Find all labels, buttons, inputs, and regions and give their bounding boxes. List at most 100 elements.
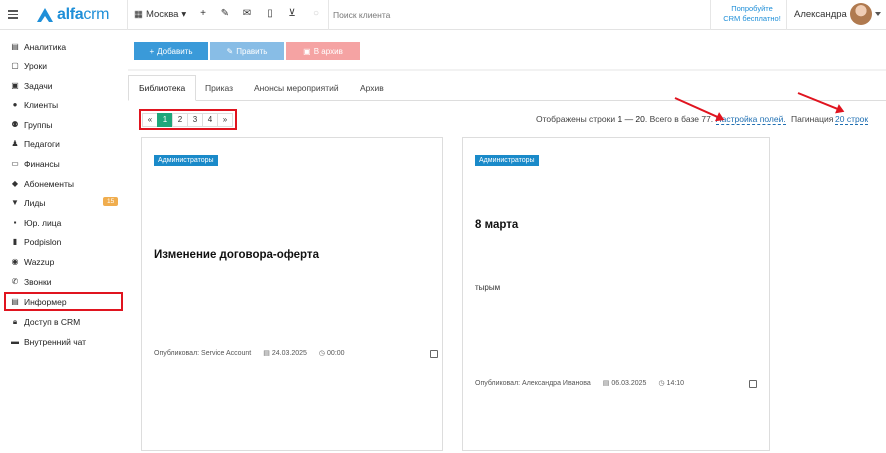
divider [127,0,128,30]
clock-icon: ◷ [318,350,326,357]
sidebar-item-teachers[interactable]: ♟ Педагоги [0,134,127,153]
calendar-icon: ▤ [263,350,270,357]
divider [786,0,787,30]
lock-icon: 🔒︎ [12,316,18,326]
tab-order[interactable]: Приказ [195,75,243,101]
promo-line-2: CRM бесплатно! [723,14,781,23]
edit-button[interactable]: ✎ Править [210,42,284,60]
promo-link[interactable]: Попробуйте CRM бесплатно! [716,4,788,24]
tag-icon: ◆ [11,179,19,188]
sidebar-item-podpislon[interactable]: ▮ Podpislon [0,232,127,251]
chat-icon: ◉ [11,257,19,266]
chevron-down-icon[interactable] [875,12,881,16]
sidebar-item-leads[interactable]: ▼ Лиды 15 [0,193,127,212]
user-name[interactable]: Александра [794,9,847,20]
user-icon: ● [12,100,18,109]
sidebar-item-label: Информер [24,296,67,307]
card-select-checkbox[interactable] [430,350,438,358]
sidebar-item-label: Юр. лица [24,217,62,228]
card-category-badge: Администраторы [475,155,539,166]
card-title: Изменение договора-оферта [154,249,319,261]
sidebar-item-label: Группы [24,119,53,130]
page-button-4[interactable]: 4 [202,112,218,127]
list-icon: ▤ [11,297,19,306]
logo-text-main: alfa [57,6,84,23]
sidebar-item-finance[interactable]: ▭ Финансы [0,154,127,173]
card-date: 24.03.2025 [271,349,307,357]
city-selector[interactable]: ▦ Москва ▾ [134,9,186,20]
page-prev-button[interactable]: « [142,112,158,127]
mail-icon[interactable]: ✉ [241,8,253,19]
news-card[interactable]: Администраторы Изменение договора-оферта… [141,137,443,451]
news-card[interactable]: Администраторы 8 марта тырым Опубликовал… [462,137,770,451]
card-category-badge: Администраторы [154,155,218,166]
logo-icon [36,8,54,22]
sidebar-item-analytics[interactable]: ▤ Аналитика [0,37,127,56]
chart-icon: ▤ [11,42,19,51]
phone-icon: ✆ [11,277,19,286]
sidebar-item-groups[interactable]: ⚉ Группы [0,115,127,134]
search-icon: ○ [312,8,320,19]
search-input[interactable]: Поиск клиента [333,10,390,20]
card-date: 06.03.2025 [611,379,647,387]
pagination-label: Пагинация [791,114,834,124]
sidebar-item-tasks[interactable]: ▣ Задачи [0,76,127,95]
sidebar-item-lessons[interactable]: ▢ Уроки [0,56,127,75]
sidebar-item-calls[interactable]: ✆ Звонки [0,272,127,291]
tab-bar: Библиотека Приказ Анонсы мероприятий Арх… [128,75,886,101]
calendar-icon: ▤ [602,380,610,387]
top-bar: alfacrm ▦ Москва ▾ + ✎ ✉ ▯ ⊻ ○ Поиск кли… [0,0,886,30]
card-time: 14:10 [666,379,685,387]
logo[interactable]: alfacrm [36,6,109,24]
sidebar-item-label: Podpislon [24,236,62,247]
building-icon: ▦ [134,9,143,20]
add-button[interactable]: + Добавить [134,42,208,60]
archive-button[interactable]: ▣ В архив [286,42,360,60]
toolbar: + Добавить ✎ Править ▣ В архив [128,31,886,69]
page-button-3[interactable]: 3 [187,112,203,127]
sidebar-item-label: Wazzup [24,256,55,267]
sidebar-item-label: Доступ в CRM [24,316,81,327]
card-title: 8 марта [475,219,519,231]
page-button-1[interactable]: 1 [157,112,173,127]
mobile-icon[interactable]: ▯ [264,8,276,19]
clock-icon: ◷ [658,380,665,387]
card-select-checkbox[interactable] [749,380,757,388]
plus-icon[interactable]: + [197,8,209,19]
sidebar-item-label: Задачи [24,80,53,91]
main-area: + Добавить ✎ Править ▣ В архив Библиотека П… [128,31,886,453]
tab-library[interactable]: Библиотека [128,75,197,101]
sidebar-item-informer[interactable]: ▤ Информер [4,292,123,311]
sidebar-item-internal-chat[interactable]: ▬ Внутренний чат [0,332,127,351]
page-button-2[interactable]: 2 [172,112,188,127]
card-time: 00:00 [327,349,345,357]
archive-icon: ▣ [303,46,311,56]
sidebar-item-wazzup[interactable]: ◉ Wazzup [0,252,127,271]
comments-icon: ▬ [11,337,19,346]
sidebar-item-label: Лиды [24,197,46,208]
card-meta: Опубликовал: Service Account ▤ 24.03.202… [154,349,345,358]
tasks-icon: ▣ [11,81,19,90]
menu-icon[interactable] [8,10,18,19]
card-meta: Опубликовал: Александра Иванова ▤ 06.03.… [475,379,685,388]
sidebar-item-clients[interactable]: ● Клиенты [0,95,127,114]
avatar[interactable] [850,3,872,25]
sidebar: ▤ Аналитика ▢ Уроки ▣ Задачи ● Клиенты ⚉ Груп… [0,31,127,453]
cart-icon[interactable]: ⊻ [286,8,298,19]
page-next-button[interactable]: » [217,112,233,127]
pagination: « 1 2 3 4 » [139,109,237,130]
wrench-icon[interactable]: ✎ [219,8,231,19]
archive-button-label: В архив [313,46,343,56]
plus-icon: + [149,46,155,56]
sidebar-item-crm-access[interactable]: 🔒︎ Доступ в CRM [0,312,127,331]
sidebar-item-label: Педагоги [24,138,60,149]
sidebar-item-label: Звонки [24,276,52,287]
tab-archive[interactable]: Архив [350,75,394,101]
sidebar-item-subscriptions[interactable]: ◆ Абонементы [0,174,127,193]
divider [328,0,329,30]
city-label: Москва [145,9,179,20]
summary-total: . Всего в базе 77. [644,114,714,124]
tab-event-announcements[interactable]: Анонсы мероприятий [244,75,349,101]
summary-prefix: Отображены строки [536,114,616,124]
sidebar-item-legal-entities[interactable]: ▪ Юр. лица [0,213,127,232]
